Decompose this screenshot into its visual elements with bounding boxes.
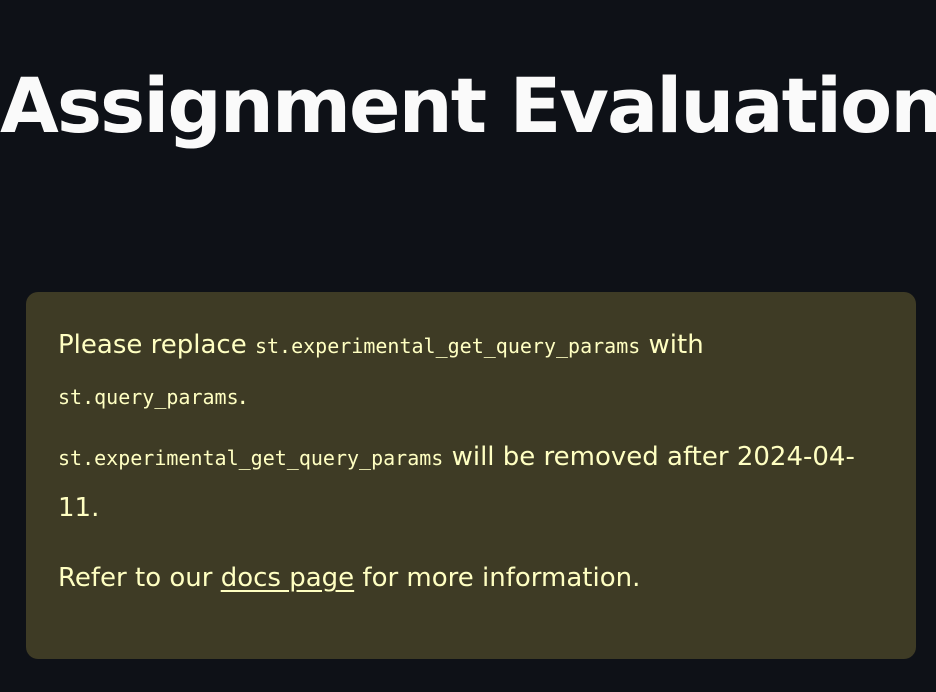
new-api-code: st.query_params xyxy=(58,385,239,409)
warning-text: with xyxy=(640,330,704,360)
docs-page-link[interactable]: docs page xyxy=(221,563,354,593)
warning-text: Refer to our xyxy=(58,563,221,593)
warning-text: . xyxy=(238,381,247,411)
warning-removal-paragraph: st.experimental_get_query_params will be… xyxy=(58,432,884,533)
deprecation-warning-alert: Please replace st.experimental_get_query… xyxy=(26,292,916,659)
warning-text: for more information. xyxy=(354,563,641,593)
warning-docs-paragraph: Refer to our docs page for more informat… xyxy=(58,553,884,603)
deprecated-api-code: st.experimental_get_query_params xyxy=(58,446,444,470)
warning-text: Please replace xyxy=(58,330,255,360)
warning-replace-paragraph: Please replace st.experimental_get_query… xyxy=(58,320,884,422)
deprecated-api-code: st.experimental_get_query_params xyxy=(254,334,641,358)
page-title: Assignment Evaluation xyxy=(0,61,936,150)
